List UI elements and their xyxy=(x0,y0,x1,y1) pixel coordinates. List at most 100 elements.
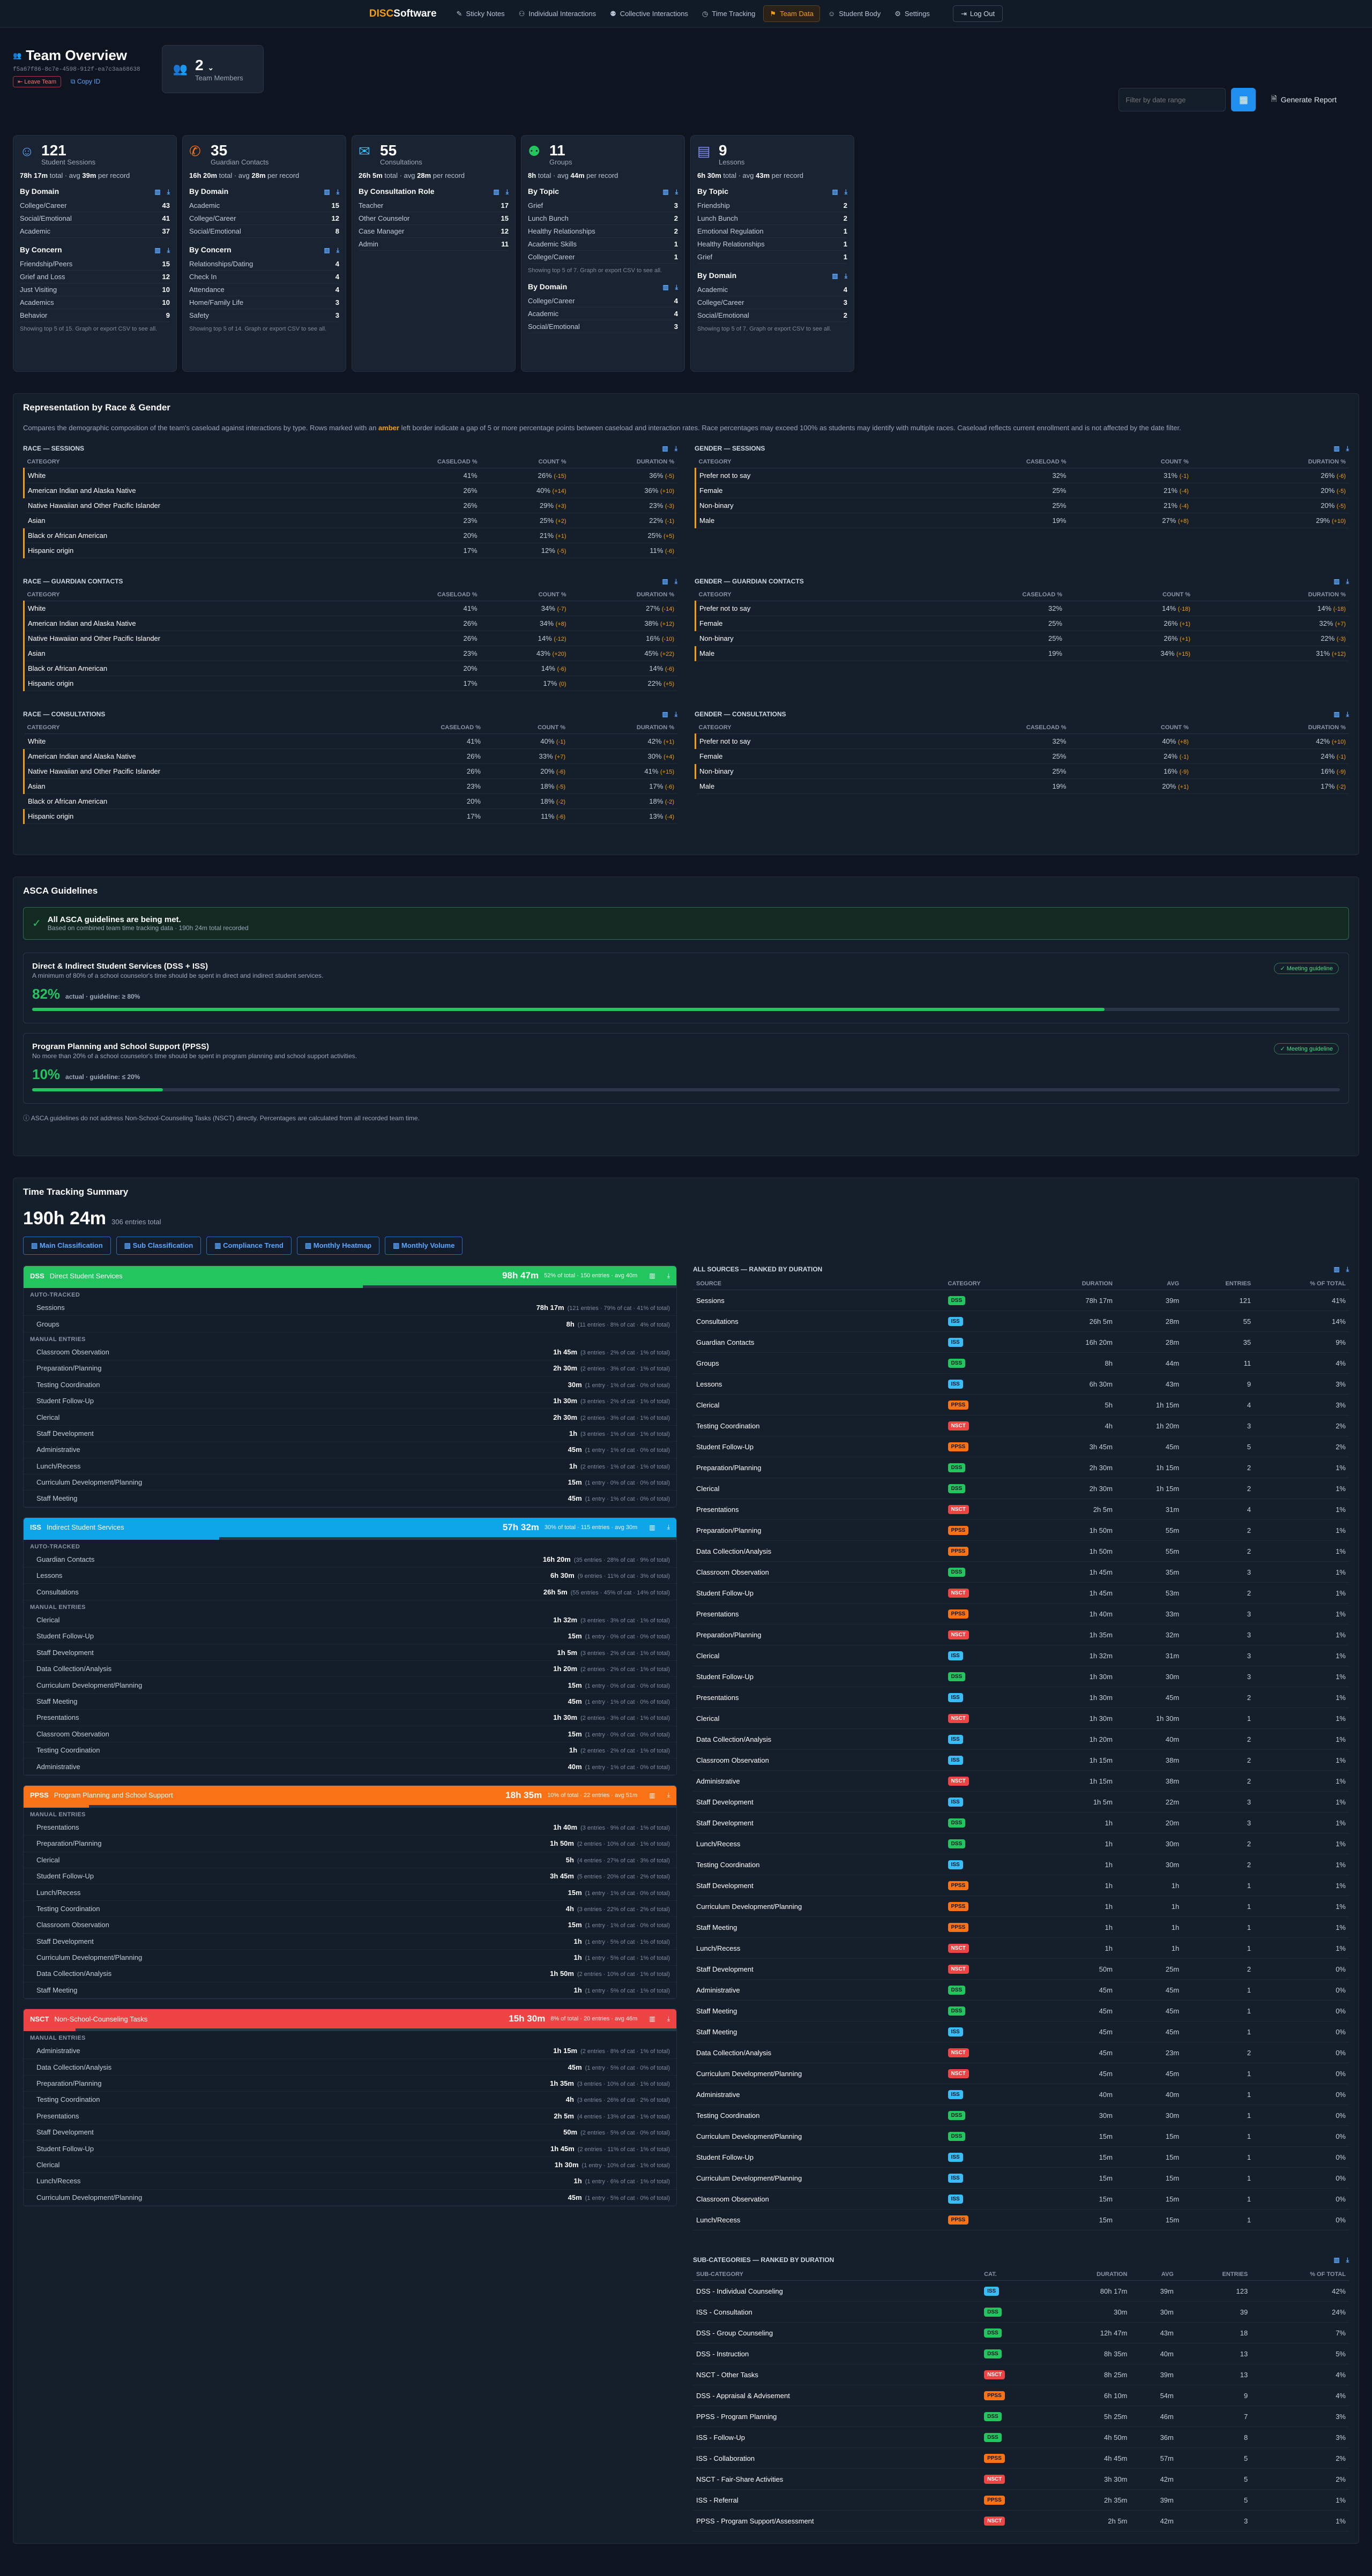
download-icon[interactable]: ⤓ xyxy=(667,1272,670,1280)
chart-icon[interactable]: ▥ xyxy=(1333,445,1339,452)
ranked-row[interactable]: Lunch/Recess PPSS 15m 15m 1 0% xyxy=(693,2209,1349,2230)
ranked-row[interactable]: Student Follow-Up ISS 15m 15m 1 0% xyxy=(693,2146,1349,2168)
download-icon[interactable]: ⤓ xyxy=(1346,445,1349,452)
chart-icon[interactable]: ▥ xyxy=(662,710,668,718)
entry-row[interactable]: Preparation/Planning 1h 35m (3 entries · 1… xyxy=(24,2076,676,2092)
ranked-row[interactable]: Guardian Contacts ISS 16h 20m 28m 35 9% xyxy=(693,1331,1349,1353)
category-header[interactable]: ISS Indirect Student Services 57h 32m 30% o… xyxy=(24,1517,676,1537)
entry-row[interactable]: Presentations 1h 30m (2 entries · 3% of ca… xyxy=(24,1710,676,1726)
ranked-row[interactable]: Classroom Observation DSS 1h 45m 35m 3 1% xyxy=(693,1561,1349,1583)
ranked-row[interactable]: Consultations ISS 26h 5m 28m 55 14% xyxy=(693,1311,1349,1332)
entry-row[interactable]: Administrative 40m (1 entry · 1% of cat · … xyxy=(24,1758,676,1775)
entry-row[interactable]: Staff Development 1h (1 entry · 5% of cat … xyxy=(24,1934,676,1950)
chart-icon[interactable]: ▥ xyxy=(649,1792,655,1799)
chart-icon[interactable]: ▥ xyxy=(649,2015,655,2023)
download-icon[interactable]: ⤓ xyxy=(167,188,170,196)
ranked-row[interactable]: Clerical NSCT 1h 30m 1h 30m 1 1% xyxy=(693,1708,1349,1729)
entry-row[interactable]: Lessons 6h 30m (9 entries · 11% of cat · 3… xyxy=(24,1568,676,1584)
download-icon[interactable]: ⤓ xyxy=(1346,710,1349,718)
chart-icon[interactable]: ▥ xyxy=(1333,1265,1339,1273)
entry-row[interactable]: Presentations 2h 5m (4 entries · 13% of ca… xyxy=(24,2108,676,2125)
nav-link-collective-interactions[interactable]: ⚉ Collective Interactions xyxy=(604,5,694,22)
ranked-row[interactable]: Administrative NSCT 1h 15m 38m 2 1% xyxy=(693,1770,1349,1792)
download-icon[interactable]: ⤓ xyxy=(1346,1265,1349,1273)
chart-icon[interactable]: ▥ xyxy=(662,188,668,196)
tab-compliance-trend[interactable]: ▥ Compliance Trend xyxy=(206,1237,292,1255)
download-icon[interactable]: ⤓ xyxy=(675,578,677,585)
ranked-row[interactable]: Clerical DSS 2h 30m 1h 15m 2 1% xyxy=(693,1478,1349,1499)
ranked-row[interactable]: Staff Meeting PPSS 1h 1h 1 1% xyxy=(693,1916,1349,1938)
entry-row[interactable]: Staff Meeting 45m (1 entry · 1% of cat · 0… xyxy=(24,1491,676,1507)
tab-sub-classification[interactable]: ▥ Sub Classification xyxy=(116,1237,202,1255)
entry-row[interactable]: Testing Coordination 4h (3 entries · 26% o… xyxy=(24,2092,676,2108)
entry-row[interactable]: Staff Development 1h (3 entries · 1% of ca… xyxy=(24,1426,676,1442)
ranked-row[interactable]: Staff Meeting DSS 45m 45m 1 0% xyxy=(693,2000,1349,2021)
entry-row[interactable]: Staff Meeting 45m (1 entry · 1% of cat · 0… xyxy=(24,1694,676,1710)
download-icon[interactable]: ⤓ xyxy=(1346,578,1349,585)
chart-icon[interactable]: ▥ xyxy=(662,445,668,452)
leave-team-button[interactable]: ⇤ Leave Team xyxy=(13,76,62,87)
entry-row[interactable]: Clerical 2h 30m (2 entries · 3% of cat · 1… xyxy=(24,1409,676,1426)
ranked-row[interactable]: DSS - Group Counseling DSS 12h 47m 43m 18 7% xyxy=(693,2322,1349,2343)
ranked-row[interactable]: Staff Development PPSS 1h 1h 1 1% xyxy=(693,1875,1349,1896)
ranked-row[interactable]: Preparation/Planning PPSS 1h 50m 55m 2 1% xyxy=(693,1519,1349,1541)
ranked-row[interactable]: Curriculum Development/Planning DSS 15m 15m… xyxy=(693,2125,1349,2147)
tab-main-classification[interactable]: ▥ Main Classification xyxy=(23,1237,111,1255)
entry-row[interactable]: Groups 8h (11 entries · 8% of cat · 4% of … xyxy=(24,1316,676,1332)
entry-row[interactable]: Classroom Observation 15m (1 entry · 1% of… xyxy=(24,1917,676,1934)
nav-link-time-tracking[interactable]: ◷ Time Tracking xyxy=(696,5,762,22)
ranked-row[interactable]: PPSS - Program Support/Assessment NSCT 2h … xyxy=(693,2510,1349,2532)
entry-row[interactable]: Data Collection/Analysis 1h 20m (2 entries… xyxy=(24,1661,676,1678)
ranked-row[interactable]: Lunch/Recess NSCT 1h 1h 1 1% xyxy=(693,1937,1349,1959)
download-icon[interactable]: ⤓ xyxy=(1346,2256,1349,2264)
ranked-row[interactable]: ISS - Follow-Up DSS 4h 50m 36m 8 3% xyxy=(693,2427,1349,2448)
entry-row[interactable]: Curriculum Development/Planning 1h (1 entr… xyxy=(24,1950,676,1966)
logout-button[interactable]: ⇥ Log Out xyxy=(952,5,1003,22)
ranked-row[interactable]: Staff Development DSS 1h 20m 3 1% xyxy=(693,1812,1349,1833)
download-icon[interactable]: ⤓ xyxy=(667,2015,670,2023)
chart-icon[interactable]: ▥ xyxy=(1333,578,1339,585)
entry-row[interactable]: Lunch/Recess 1h (2 entries · 1% of cat · 1… xyxy=(24,1458,676,1474)
category-header[interactable]: DSS Direct Student Services 98h 47m 52% of … xyxy=(24,1266,676,1285)
members-widget[interactable]: 👥 2 ⌄ Team Members xyxy=(161,45,264,93)
entry-row[interactable]: Staff Meeting 1h (1 entry · 5% of cat · 1%… xyxy=(24,1982,676,1999)
category-header[interactable]: NSCT Non-School-Counseling Tasks 15h 30m 8%… xyxy=(24,2009,676,2029)
chart-icon[interactable]: ▥ xyxy=(662,283,668,291)
entry-row[interactable]: Classroom Observation 1h 45m (3 entries · … xyxy=(24,1344,676,1361)
entry-row[interactable]: Guardian Contacts 16h 20m (35 entries · 28… xyxy=(24,1552,676,1568)
chart-icon[interactable]: ▥ xyxy=(154,188,160,196)
nav-link-student-body[interactable]: ☺ Student Body xyxy=(822,5,886,22)
entry-row[interactable]: Classroom Observation 15m (1 entry · 0% of… xyxy=(24,1726,676,1742)
ranked-row[interactable]: Administrative ISS 40m 40m 1 0% xyxy=(693,2084,1349,2105)
generate-report-button[interactable]: 🗎 Generate Report xyxy=(1261,93,1346,106)
entry-row[interactable]: Student Follow-Up 1h 45m (2 entries · 11% … xyxy=(24,2140,676,2157)
ranked-row[interactable]: Presentations NSCT 2h 5m 31m 4 1% xyxy=(693,1499,1349,1520)
entry-row[interactable]: Student Follow-Up 1h 30m (3 entries · 2% o… xyxy=(24,1393,676,1410)
ranked-row[interactable]: NSCT - Fair-Share Activities NSCT 3h 30m 42… xyxy=(693,2468,1349,2490)
entry-row[interactable]: Data Collection/Analysis 1h 50m (2 entries… xyxy=(24,1966,676,1982)
copy-id-button[interactable]: ⧉ Copy ID xyxy=(71,78,100,85)
ranked-row[interactable]: Data Collection/Analysis ISS 1h 20m 40m 2 1% xyxy=(693,1728,1349,1750)
entry-row[interactable]: Consultations 26h 5m (55 entries · 45% of … xyxy=(24,1584,676,1600)
download-icon[interactable]: ⤓ xyxy=(675,710,677,718)
entry-row[interactable]: Presentations 1h 40m (3 entries · 9% of ca… xyxy=(24,1819,676,1836)
chart-icon[interactable]: ▥ xyxy=(832,272,838,280)
chart-icon[interactable]: ▥ xyxy=(832,188,838,196)
ranked-row[interactable]: Curriculum Development/Planning PPSS 1h 1h 1… xyxy=(693,1896,1349,1917)
entry-row[interactable]: Clerical 1h 32m (3 entries · 3% of cat · 1… xyxy=(24,1612,676,1629)
entry-row[interactable]: Student Follow-Up 3h 45m (5 entries · 20% … xyxy=(24,1868,676,1885)
chart-icon[interactable]: ▥ xyxy=(493,188,499,196)
download-icon[interactable]: ⤓ xyxy=(845,272,847,280)
chart-icon[interactable]: ▥ xyxy=(324,246,330,254)
ranked-row[interactable]: DSS - Appraisal & Advisement PPSS 6h 10m 54… xyxy=(693,2385,1349,2406)
entry-row[interactable]: Data Collection/Analysis 45m (1 entry · 5%… xyxy=(24,2059,676,2076)
entry-row[interactable]: Clerical 5h (4 entries · 27% of cat · 3% o… xyxy=(24,1852,676,1868)
ranked-row[interactable]: DSS - Instruction DSS 8h 35m 40m 13 5% xyxy=(693,2343,1349,2364)
ranked-row[interactable]: Testing Coordination NSCT 4h 1h 20m 3 2% xyxy=(693,1415,1349,1436)
ranked-row[interactable]: Classroom Observation ISS 15m 15m 1 0% xyxy=(693,2188,1349,2210)
ranked-row[interactable]: Administrative DSS 45m 45m 1 0% xyxy=(693,1979,1349,2001)
ranked-row[interactable]: Presentations PPSS 1h 40m 33m 3 1% xyxy=(693,1603,1349,1624)
ranked-row[interactable]: Testing Coordination DSS 30m 30m 1 0% xyxy=(693,2105,1349,2126)
ranked-row[interactable]: Curriculum Development/Planning NSCT 45m 45… xyxy=(693,2063,1349,2084)
calendar-button[interactable]: ▦ xyxy=(1231,88,1256,111)
